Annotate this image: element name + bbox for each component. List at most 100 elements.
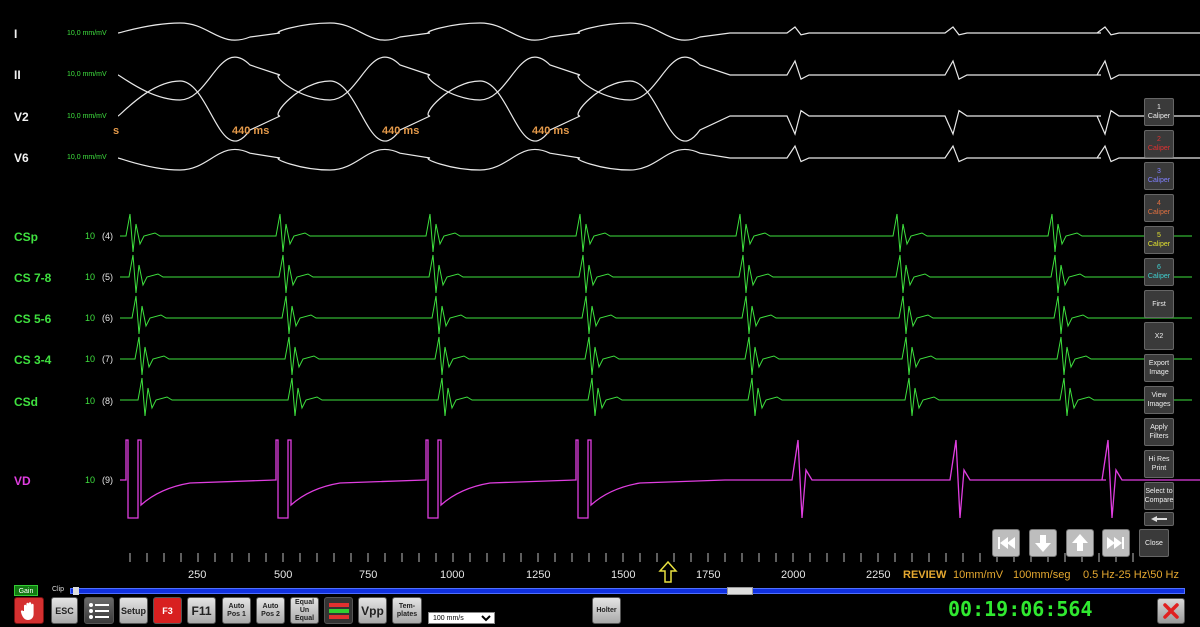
button-line: Caliper [1147, 113, 1171, 120]
skip-to-start-button[interactable] [992, 529, 1020, 557]
gain-vd: 10 [85, 475, 96, 485]
caliper-6-button[interactable]: 6 Caliper [1144, 258, 1174, 286]
caliper-2-button[interactable]: 2 Caliper [1144, 130, 1174, 158]
lead-label-v6: V6 [14, 151, 29, 165]
skip-to-end-button[interactable] [1102, 529, 1130, 557]
button-line: Compare [1144, 497, 1174, 504]
channel-number: (6) [102, 313, 113, 323]
gain-cs34: 10 [85, 354, 96, 364]
caliper-1-button[interactable]: 1 Caliper [1144, 98, 1174, 126]
caliper-5-button[interactable]: 5 Caliper [1144, 226, 1174, 254]
surface-lead-trace [117, 56, 1200, 101]
button-line: 5 [1157, 232, 1161, 239]
button-line: Print [1151, 465, 1167, 472]
color-bars-icon [328, 602, 349, 619]
button-line: Pos 2 [261, 610, 280, 618]
menu-button[interactable] [84, 597, 114, 624]
cs-channel-trace [120, 295, 1192, 335]
lead-label-v2: V2 [14, 110, 29, 124]
export-image-button[interactable]: Export Image [1144, 354, 1174, 382]
close-nav-button[interactable]: Close [1139, 529, 1169, 557]
cursor-arrow-icon[interactable] [658, 560, 678, 584]
caliper-3-button[interactable]: 3 Caliper [1144, 162, 1174, 190]
gain-ii: 10,0 mm/mV [67, 71, 107, 78]
button-line: First [1152, 300, 1166, 308]
button-line: Hi Res [1148, 456, 1170, 463]
lead-label-csp: CSp [14, 230, 38, 244]
equal-unequal-button[interactable]: Equal Un Equal [290, 597, 319, 624]
auto-pos-1-button[interactable]: Auto Pos 1 [222, 597, 251, 624]
back-arrow-button[interactable] [1144, 512, 1174, 526]
setup-button[interactable]: Setup [119, 597, 148, 624]
surface-lead-trace [117, 80, 1200, 142]
ep-recording-app: I II V2 V6 10,0 mm/mV 10,0 mm/mV 10,0 mm… [0, 0, 1200, 627]
button-line: Export [1148, 360, 1170, 367]
view-images-button[interactable]: View Images [1144, 386, 1174, 414]
time-tick-label: 1750 [696, 569, 721, 581]
apply-filters-button[interactable]: Apply Filters [1144, 418, 1174, 446]
down-button[interactable] [1029, 529, 1057, 557]
arrow-down-icon [1035, 535, 1051, 552]
lead-label-cs34: CS 3-4 [14, 353, 52, 367]
speed-select[interactable]: 100 mm/s [428, 612, 495, 624]
gain-button[interactable]: Gain [14, 585, 38, 596]
button-line: 2 [1157, 136, 1161, 143]
f11-button[interactable]: F11 [187, 597, 216, 624]
x2-button[interactable]: X2 [1144, 322, 1174, 350]
templates-button[interactable]: Tem-plates [392, 597, 422, 624]
cs-channel-trace [120, 254, 1192, 294]
exit-button[interactable] [1157, 598, 1185, 624]
holter-button[interactable]: Holter [592, 597, 621, 624]
clip-slider-handle[interactable] [73, 587, 79, 595]
button-line: Apply [1150, 424, 1168, 431]
time-tick-label: 750 [359, 569, 378, 581]
button-line: plates [396, 610, 418, 618]
cs-channel-trace [120, 377, 1192, 417]
f3-button[interactable]: F3 [153, 597, 182, 624]
lead-label-cs56: CS 5-6 [14, 312, 52, 326]
interval-label: 440 ms [532, 125, 570, 137]
gain-csp: 10 [85, 231, 96, 241]
hi-res-print-button[interactable]: Hi Res Print [1144, 450, 1174, 478]
tracing-area [117, 22, 1200, 562]
button-line: Filters [1149, 433, 1169, 440]
close-icon [1163, 603, 1179, 619]
time-tick-label: 500 [274, 569, 293, 581]
vpp-button[interactable]: Vpp [358, 597, 387, 624]
surface-ecg-traces [117, 22, 1200, 171]
skip-back-icon [998, 537, 1015, 549]
button-line: Caliper [1147, 273, 1171, 280]
button-line: Auto [262, 602, 279, 610]
timeline-scrollbar[interactable] [70, 587, 1185, 595]
button-line: 4 [1157, 200, 1161, 207]
channel-number: (7) [102, 354, 113, 364]
cs-channel-trace [120, 336, 1192, 376]
colors-button[interactable] [324, 597, 353, 624]
button-line: Select to [1145, 488, 1173, 495]
stop-button[interactable] [14, 597, 44, 624]
speed-status: 100mm/seg [1013, 569, 1071, 581]
channel-number: (5) [102, 272, 113, 282]
lead-label-i: I [14, 27, 18, 41]
button-line: X2 [1154, 332, 1164, 340]
select-to-compare-button[interactable]: Select to Compare [1144, 482, 1174, 510]
first-button[interactable]: First [1144, 290, 1174, 318]
button-line: Equal [294, 598, 315, 606]
caliper-4-button[interactable]: 4 Caliper [1144, 194, 1174, 222]
button-line: Equal [294, 614, 315, 622]
button-line: 6 [1157, 264, 1161, 271]
surface-lead-trace [117, 144, 1200, 171]
channel-number: (4) [102, 231, 113, 241]
up-button[interactable] [1066, 529, 1094, 557]
clip-label: Clip [52, 586, 65, 593]
list-icon [89, 602, 109, 619]
button-line: Image [1149, 369, 1169, 376]
button-line: Un [299, 606, 310, 614]
cs-channel-trace [120, 213, 1192, 253]
gain-cs56: 10 [85, 313, 96, 323]
channel-number: (8) [102, 396, 113, 406]
esc-button[interactable]: ESC [51, 597, 78, 624]
scrollbar-thumb[interactable] [727, 587, 753, 595]
time-axis-ticks [129, 553, 1134, 562]
auto-pos-2-button[interactable]: Auto Pos 2 [256, 597, 285, 624]
